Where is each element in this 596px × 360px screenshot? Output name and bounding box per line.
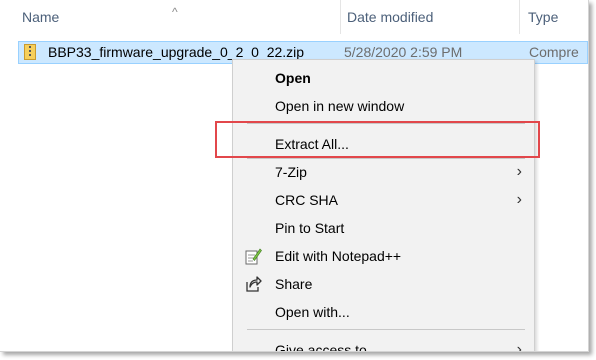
column-header-name[interactable]: Name ^ — [0, 0, 336, 34]
menu-item-crc-sha[interactable]: CRC SHA › — [233, 186, 534, 214]
menu-item-7zip[interactable]: 7-Zip › — [233, 158, 534, 186]
menu-item-edit-notepad[interactable]: Edit with Notepad++ — [233, 242, 534, 270]
file-type: Compre — [529, 44, 579, 60]
zip-folder-icon — [24, 44, 36, 60]
highlight-box-extract-all — [215, 121, 540, 158]
menu-item-pin-to-start[interactable]: Pin to Start — [233, 214, 534, 242]
menu-item-label: CRC SHA — [275, 192, 339, 208]
menu-item-label: Open — [275, 70, 311, 86]
menu-item-label: Share — [275, 276, 313, 292]
menu-item-label: Give access to — [275, 342, 367, 352]
column-header-name-label: Name — [22, 9, 60, 25]
column-header-type[interactable]: Type — [519, 0, 588, 34]
column-header-date-modified[interactable]: Date modified — [340, 0, 518, 34]
explorer-window: Name ^ Date modified Type BBP33_firmware… — [0, 0, 589, 352]
file-date-modified: 5/28/2020 2:59 PM — [344, 44, 463, 60]
chevron-right-icon: › — [516, 341, 522, 352]
menu-separator — [247, 329, 525, 330]
menu-item-open[interactable]: Open — [233, 64, 534, 92]
context-menu: Open Open in new window Extract All... 7… — [232, 59, 535, 352]
menu-item-label: Pin to Start — [275, 220, 345, 236]
menu-item-label: Open in new window — [275, 98, 405, 114]
share-icon — [246, 276, 262, 292]
notepad-plus-plus-icon — [245, 248, 262, 265]
file-name: BBP33_firmware_upgrade_0_2_0_22.zip — [48, 44, 305, 60]
menu-item-open-with[interactable]: Open with... — [233, 298, 534, 326]
menu-item-open-new-window[interactable]: Open in new window — [233, 92, 534, 120]
chevron-right-icon: › — [516, 163, 522, 180]
column-header-row: Name ^ Date modified Type — [0, 0, 588, 34]
menu-item-label: Open with... — [275, 304, 350, 320]
menu-item-give-access[interactable]: Give access to › — [233, 336, 534, 352]
column-header-type-label: Type — [528, 9, 559, 25]
chevron-up-icon: ^ — [172, 5, 178, 19]
column-header-date-label: Date modified — [347, 9, 434, 25]
chevron-right-icon: › — [516, 191, 522, 208]
menu-item-share[interactable]: Share — [233, 270, 534, 298]
menu-item-label: 7-Zip — [275, 164, 307, 180]
menu-item-label: Edit with Notepad++ — [275, 248, 402, 264]
